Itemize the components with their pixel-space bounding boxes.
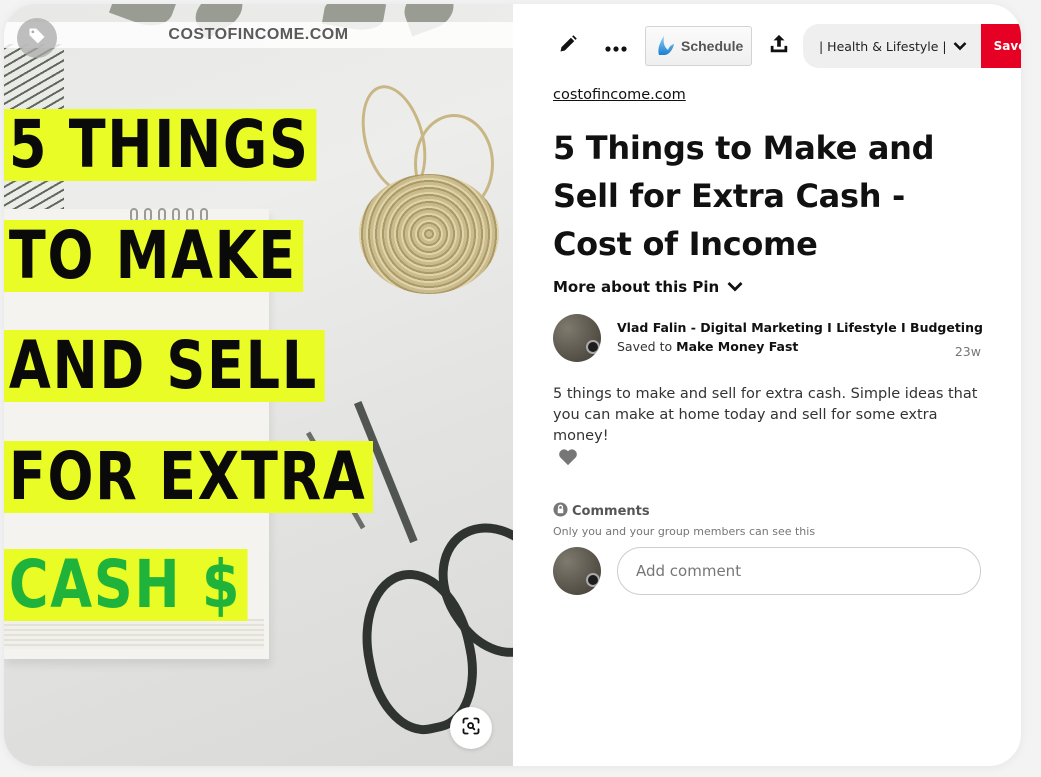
pin-toolbar: Schedule	[549, 24, 798, 68]
lock-icon	[553, 502, 568, 521]
pin-age: 23w	[954, 344, 981, 359]
comment-composer	[553, 547, 983, 595]
chevron-down-icon	[953, 39, 967, 54]
source-link[interactable]: costofincome.com	[553, 87, 686, 103]
share-button[interactable]	[760, 27, 798, 65]
twine-decoration	[359, 174, 499, 294]
tag-icon	[27, 26, 47, 50]
pinner-attribution: Vlad Falin - Digital Marketing I Lifesty…	[553, 314, 983, 362]
saved-board-link[interactable]: Make Money Fast	[676, 339, 798, 354]
schedule-button[interactable]: Schedule	[645, 26, 753, 66]
visual-search-icon	[461, 716, 481, 740]
share-upload-icon	[768, 33, 790, 59]
comments-heading-label: Comments	[572, 504, 650, 519]
heart-icon	[558, 449, 578, 470]
pin-closeup-card: COSTOFINCOME.COM 5 THINGS TO MAKE AND SE…	[4, 4, 1021, 766]
notebook-edge-decoration	[4, 619, 264, 649]
headline-line-cash: CASH $	[4, 549, 248, 621]
schedule-label: Schedule	[681, 38, 744, 54]
more-options-button[interactable]	[597, 27, 635, 65]
user-avatar	[553, 547, 601, 595]
image-watermark: COSTOFINCOME.COM	[4, 22, 513, 48]
saved-to-line: Saved to Make Money Fast	[617, 339, 983, 354]
pinner-avatar[interactable]	[553, 314, 601, 362]
pin-image[interactable]: COSTOFINCOME.COM 5 THINGS TO MAKE AND SE…	[4, 4, 513, 766]
board-select-dropdown[interactable]: | Health & Lifestyle |	[803, 24, 981, 68]
headline-line: FOR EXTRA	[4, 441, 373, 513]
pinner-name[interactable]: Vlad Falin - Digital Marketing I Lifesty…	[617, 320, 983, 335]
more-about-label: More about this Pin	[553, 278, 720, 296]
board-select-value: | Health & Lifestyle |	[819, 38, 947, 54]
tag-button[interactable]	[17, 18, 57, 58]
board-save-group: | Health & Lifestyle | Save	[803, 24, 1021, 68]
comments-heading: Comments	[553, 502, 650, 521]
react-button[interactable]	[558, 448, 580, 470]
headline-line: 5 THINGS	[4, 109, 317, 181]
pin-description: 5 things to make and sell for extra cash…	[553, 386, 978, 444]
headline-line: AND SELL	[4, 330, 325, 402]
ellipsis-icon	[605, 37, 627, 56]
pinner-info: Vlad Falin - Digital Marketing I Lifesty…	[617, 314, 983, 362]
saved-to-prefix: Saved to	[617, 339, 673, 354]
edit-button[interactable]	[549, 27, 587, 65]
pin-details-panel: Schedule | Health & Lifestyle | Save cos…	[513, 4, 1021, 766]
pin-title: 5 Things to Make and Sell for Extra Cash…	[553, 129, 935, 263]
save-button[interactable]: Save	[981, 24, 1021, 68]
more-about-pin-toggle[interactable]: More about this Pin	[553, 278, 743, 296]
chevron-down-icon	[727, 278, 743, 296]
add-comment-input[interactable]	[617, 547, 981, 595]
visual-search-button[interactable]	[450, 707, 492, 749]
pencil-icon	[558, 34, 578, 58]
tailwind-logo-icon	[656, 34, 676, 59]
comments-privacy-note: Only you and your group members can see …	[553, 525, 816, 538]
headline-line: TO MAKE	[4, 220, 304, 292]
